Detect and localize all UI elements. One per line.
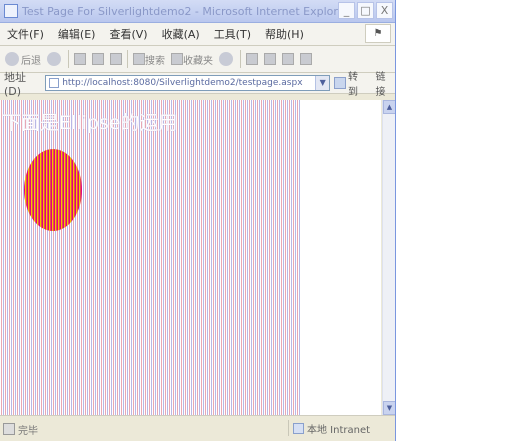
- minimize-button[interactable]: _: [338, 2, 355, 19]
- window-title: Test Page For Silverlightdemo2 - Microso…: [22, 4, 349, 18]
- menu-edit[interactable]: 编辑(E): [51, 26, 103, 42]
- forward-button[interactable]: [44, 48, 66, 70]
- favorites-button[interactable]: 收藏夹: [168, 48, 216, 70]
- back-arrow-icon: [5, 52, 19, 66]
- favorites-label: 收藏夹: [183, 55, 213, 67]
- search-icon: [133, 53, 145, 65]
- print-button[interactable]: [261, 48, 279, 70]
- forward-arrow-icon: [47, 52, 61, 66]
- browser-window: Test Page For Silverlightdemo2 - Microso…: [0, 0, 396, 441]
- back-label: 后退: [21, 55, 41, 67]
- vertical-scrollbar[interactable]: ▲ ▼: [382, 100, 395, 415]
- page-background: [301, 100, 381, 415]
- mail-button[interactable]: [243, 48, 261, 70]
- address-field: ▼: [45, 75, 331, 91]
- scroll-up-button[interactable]: ▲: [383, 100, 395, 114]
- title-bar: Test Page For Silverlightdemo2 - Microso…: [0, 0, 395, 23]
- edit-icon: [282, 53, 294, 65]
- go-label: 转到: [347, 72, 358, 98]
- silverlight-canvas: 下面是Ellipse的运用: [0, 100, 301, 415]
- refresh-icon: [92, 53, 104, 65]
- links-button[interactable]: 链接: [375, 68, 395, 98]
- star-icon: [171, 53, 183, 65]
- history-button[interactable]: [216, 48, 238, 70]
- search-label: 搜索: [145, 55, 165, 67]
- messenger-icon: [300, 53, 312, 65]
- home-icon: [110, 53, 122, 65]
- ellipse-shape: [24, 149, 82, 231]
- status-bar: 完毕 本地 Intranet: [0, 415, 395, 441]
- page-done-icon: [3, 423, 15, 435]
- page-icon: [49, 78, 60, 88]
- refresh-button[interactable]: [89, 48, 107, 70]
- page-viewport: 下面是Ellipse的运用 ▲ ▼: [0, 100, 395, 415]
- menu-tools[interactable]: 工具(T): [207, 26, 258, 42]
- toolbar-separator: [127, 50, 128, 68]
- toolbar-separator: [240, 50, 241, 68]
- address-input[interactable]: [62, 78, 313, 88]
- ie-logo-icon: [4, 4, 18, 18]
- stop-button[interactable]: [71, 48, 89, 70]
- messenger-button[interactable]: [297, 48, 315, 70]
- scroll-down-button[interactable]: ▼: [383, 401, 395, 415]
- edit-button[interactable]: [279, 48, 297, 70]
- back-button[interactable]: 后退: [2, 48, 44, 70]
- security-zone: 本地 Intranet: [288, 420, 370, 436]
- window-controls: _ □ X: [338, 2, 393, 19]
- toolbar-separator: [68, 50, 69, 68]
- close-button[interactable]: X: [376, 2, 393, 19]
- maximize-button[interactable]: □: [357, 2, 374, 19]
- history-icon: [219, 52, 233, 66]
- mail-icon: [246, 53, 258, 65]
- menu-help[interactable]: 帮助(H): [258, 26, 311, 42]
- go-button[interactable]: 转到: [334, 68, 367, 98]
- address-dropdown-button[interactable]: ▼: [315, 76, 330, 90]
- zone-label: 本地 Intranet: [307, 424, 371, 436]
- print-icon: [264, 53, 276, 65]
- menu-view[interactable]: 查看(V): [102, 26, 154, 42]
- search-button[interactable]: 搜索: [130, 48, 168, 70]
- home-button[interactable]: [107, 48, 125, 70]
- menu-file[interactable]: 文件(F): [0, 26, 51, 42]
- status-text: 完毕: [18, 425, 38, 437]
- intranet-icon: [293, 422, 304, 434]
- windows-logo-icon: ⚑: [365, 24, 391, 43]
- page-heading: 下面是Ellipse的运用: [2, 112, 178, 134]
- address-bar: 地址(D) ▼ 转到 链接: [0, 71, 395, 98]
- address-label: 地址(D): [4, 70, 26, 98]
- go-arrow-icon: [334, 77, 346, 89]
- menu-favorites[interactable]: 收藏(A): [155, 26, 207, 42]
- stop-icon: [74, 53, 86, 65]
- menu-bar: 文件(F) 编辑(E) 查看(V) 收藏(A) 工具(T) 帮助(H) ⚑: [0, 23, 395, 46]
